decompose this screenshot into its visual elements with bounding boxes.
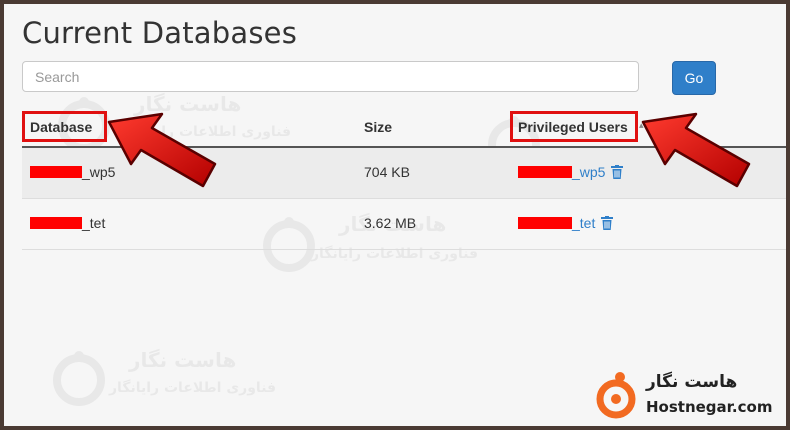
logo-name-fa: هاست نگار	[646, 372, 738, 392]
go-button[interactable]: Go	[672, 61, 716, 95]
database-size-cell: 704 KB	[364, 164, 410, 180]
column-header-size[interactable]: Size	[364, 119, 392, 135]
annotation-arrow-right	[641, 112, 751, 188]
privileged-user-cell: _wp5	[518, 164, 624, 180]
privileged-user-link[interactable]: _wp5	[518, 164, 605, 180]
privileged-user-link[interactable]: _tet	[518, 215, 595, 231]
table-row: _tet 3.62 MB _tet	[22, 199, 786, 250]
highlight-box-database	[22, 111, 107, 142]
cpanel-page: هاست نگار فناوری اطلاعات رایانگار هاست ن…	[4, 4, 786, 426]
trash-icon[interactable]	[601, 216, 614, 230]
database-size-cell: 3.62 MB	[364, 215, 417, 231]
highlight-box-privileged-users	[510, 111, 638, 142]
hostnegar-logo-icon	[596, 372, 636, 419]
hostnegar-logo: هاست نگار Hostnegar.com	[594, 369, 784, 424]
redaction-mark	[518, 166, 572, 178]
privileged-user-suffix: _wp5	[572, 164, 606, 180]
logo-name-en: Hostnegar.com	[646, 398, 773, 416]
privileged-user-cell: _tet	[518, 215, 614, 231]
redaction-mark	[518, 217, 572, 229]
database-name-cell: _wp5	[30, 164, 115, 180]
database-name-cell: _tet	[30, 215, 105, 231]
privileged-user-suffix: _tet	[572, 215, 596, 231]
watermark-3: هاست نگار فناوری اطلاعات رایانگار	[49, 344, 289, 424]
page-title: Current Databases	[22, 16, 298, 50]
redaction-mark	[30, 217, 82, 229]
annotation-arrow-left	[107, 112, 217, 188]
database-name-suffix: _tet	[82, 215, 106, 231]
search-input[interactable]	[22, 61, 639, 92]
redaction-mark	[30, 166, 82, 178]
trash-icon[interactable]	[611, 165, 624, 179]
